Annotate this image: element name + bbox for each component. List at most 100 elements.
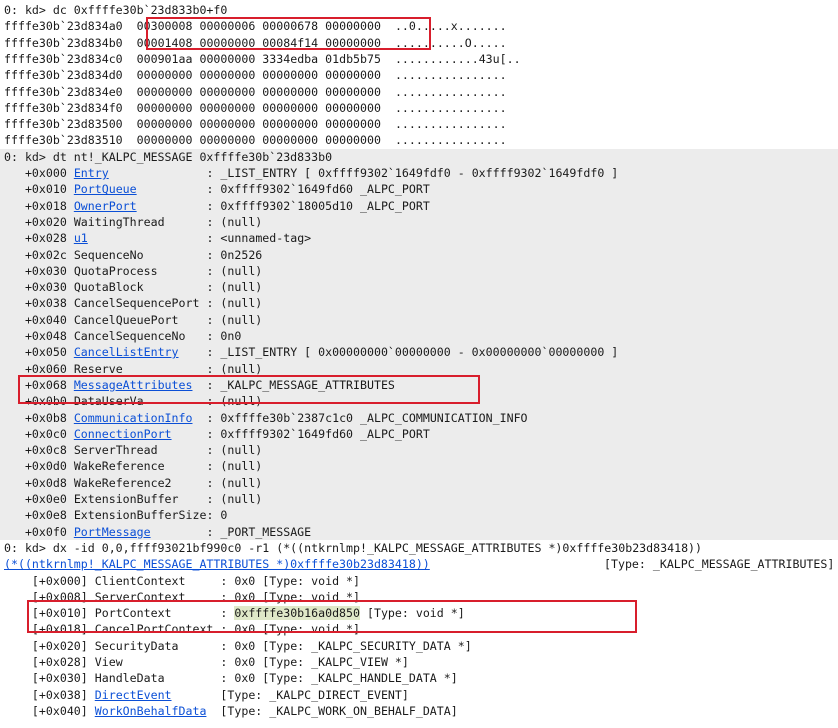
dc-memory-row: ffffe30b`23d834d0 00000000 00000000 0000… — [4, 67, 507, 83]
dt-field-row: +0x018 OwnerPort : 0xffff9302`18005d10 _… — [4, 198, 430, 214]
memory-dword: 000901aa — [136, 51, 193, 66]
field-name-link[interactable]: CommunicationInfo — [74, 411, 193, 425]
memory-dword: 00000000 — [262, 100, 319, 115]
memory-ascii: ............43u[.. — [394, 51, 521, 66]
dx-command: 0: kd> dx -id 0,0,ffff93021bf990c0 -r1 (… — [4, 540, 703, 555]
field-name: ExtensionBuffer — [73, 492, 207, 506]
field-name-link[interactable]: PortQueue — [74, 182, 137, 196]
dc-memory-row: ffffe30b`23d83510 00000000 00000000 0000… — [4, 132, 507, 148]
memory-dword: 00000000 — [199, 68, 256, 83]
field-offset: +0x0d8 — [4, 475, 74, 490]
field-offset: [+0x040] — [4, 703, 95, 718]
dt-field-row: +0x0d8 WakeReference2 : (null) — [4, 475, 262, 491]
dc-memory-row: ffffe30b`23d834c0 000901aa 00000000 3334… — [4, 51, 521, 67]
dx-header-line: (*((ntkrnlmp!_KALPC_MESSAGE_ATTRIBUTES *… — [4, 556, 430, 572]
field-offset: +0x048 — [4, 329, 74, 343]
field-name: HandleData — [94, 671, 221, 686]
memory-dword: 00000000 — [262, 68, 319, 83]
dx-field-row: [+0x020] SecurityData : 0x0 [Type: _KALP… — [4, 638, 472, 654]
field-name: QuotaProcess — [73, 263, 207, 278]
highlight-box-port-context — [27, 600, 637, 633]
field-type: [Type: _KALPC_VIEW *] — [262, 655, 409, 669]
field-offset: +0x0e8 — [4, 508, 74, 523]
dt-field-row: +0x02c SequenceNo : 0n2526 — [4, 247, 262, 263]
highlight-box-dc-values — [146, 17, 431, 50]
field-name-link[interactable]: u1 — [74, 231, 88, 245]
field-value: : 0 — [206, 508, 228, 523]
field-name-link[interactable]: OwnerPort — [74, 199, 137, 213]
dx-header-link[interactable]: (*((ntkrnlmp!_KALPC_MESSAGE_ATTRIBUTES *… — [4, 557, 430, 571]
dc-memory-row: ffffe30b`23d834e0 00000000 00000000 0000… — [4, 84, 507, 100]
dt-field-row: +0x0f0 PortMessage : _PORT_MESSAGE — [4, 524, 311, 540]
field-offset: +0x0c8 — [4, 443, 74, 458]
memory-dword: 00000000 — [262, 117, 319, 132]
field-value: : 0x0 — [220, 655, 256, 669]
memory-dword: 00000000 — [136, 68, 193, 83]
field-name-link[interactable]: WorkOnBehalfData — [95, 704, 207, 718]
field-type: [Type: _KALPC_HANDLE_DATA *] — [262, 671, 458, 686]
memory-address: ffffe30b`23d83500 — [4, 117, 123, 132]
field-value: : 0x0 — [220, 638, 256, 653]
field-value: : 0x0 — [220, 671, 256, 686]
field-name-link[interactable]: Entry — [74, 166, 109, 180]
field-offset: [+0x038] — [4, 687, 95, 702]
field-offset: +0x060 — [4, 361, 74, 376]
field-offset: +0x040 — [4, 312, 74, 327]
memory-dword: 00000000 — [199, 133, 256, 148]
memory-address: ffffe30b`23d834c0 — [4, 51, 123, 66]
memory-dword: 00000000 — [199, 100, 256, 115]
field-offset: +0x020 — [4, 214, 74, 229]
field-offset: +0x038 — [4, 296, 74, 311]
field-offset: +0x02c — [4, 247, 74, 262]
field-name-link[interactable]: ConnectionPort — [74, 427, 172, 441]
field-offset: +0x030 — [4, 263, 74, 278]
field-offset: +0x0e0 — [4, 492, 74, 506]
memory-dword: 00000000 — [136, 117, 193, 132]
field-name: WaitingThread — [73, 214, 207, 229]
highlight-box-message-attributes — [18, 375, 480, 404]
field-name: ExtensionBufferSize — [73, 508, 207, 523]
field-name: ClientContext — [94, 573, 221, 588]
memory-address: ffffe30b`23d834a0 — [4, 19, 123, 34]
field-name-link[interactable]: PortMessage — [74, 525, 151, 539]
field-value: : 0xffff9302`1649fd60 _ALPC_PORT — [206, 426, 430, 441]
memory-dword: 00000000 — [136, 133, 193, 148]
field-name-link[interactable]: DirectEvent — [95, 688, 172, 702]
field-value: : _LIST_ENTRY [ 0xffff9302`1649fdf0 - 0x… — [206, 166, 619, 180]
dx-header-type: [Type: _KALPC_MESSAGE_ATTRIBUTES] — [604, 556, 834, 572]
field-value: : (null) — [206, 443, 263, 458]
field-value: : 0n0 — [206, 329, 242, 343]
dc-memory-row: ffffe30b`23d834f0 00000000 00000000 0000… — [4, 100, 507, 116]
dt-field-row: +0x030 QuotaProcess : (null) — [4, 263, 262, 279]
dt-field-row: +0x020 WaitingThread : (null) — [4, 214, 262, 230]
dx-field-row: [+0x030] HandleData : 0x0 [Type: _KALPC_… — [4, 670, 458, 686]
field-name: CancelQueuePort — [73, 312, 207, 327]
field-name: CancelSequenceNo — [73, 329, 207, 343]
field-offset: +0x000 — [4, 166, 74, 180]
dt-field-row: +0x048 CancelSequenceNo : 0n0 — [4, 328, 241, 344]
field-name: View — [94, 655, 221, 669]
field-value: : <unnamed-tag> — [206, 231, 312, 246]
field-value: : _LIST_ENTRY [ 0x00000000`00000000 - 0x… — [206, 345, 619, 360]
field-type: [Type: _KALPC_WORK_ON_BEHALF_DATA] — [220, 703, 458, 718]
field-type: [Type: void *] — [262, 573, 361, 588]
field-offset: +0x0f0 — [4, 524, 74, 539]
dt-field-row: +0x0b8 CommunicationInfo : 0xffffe30b`23… — [4, 410, 528, 426]
field-type: [Type: _KALPC_DIRECT_EVENT] — [220, 687, 409, 702]
dt-command: 0: kd> dt nt!_KALPC_MESSAGE 0xffffe30b`2… — [4, 149, 333, 164]
dt-field-row: +0x000 Entry : _LIST_ENTRY [ 0xffff9302`… — [4, 165, 618, 181]
field-value: : 0n2526 — [206, 247, 263, 262]
field-name-link[interactable]: CancelListEntry — [74, 345, 179, 359]
dt-field-row: +0x028 u1 : <unnamed-tag> — [4, 230, 311, 246]
